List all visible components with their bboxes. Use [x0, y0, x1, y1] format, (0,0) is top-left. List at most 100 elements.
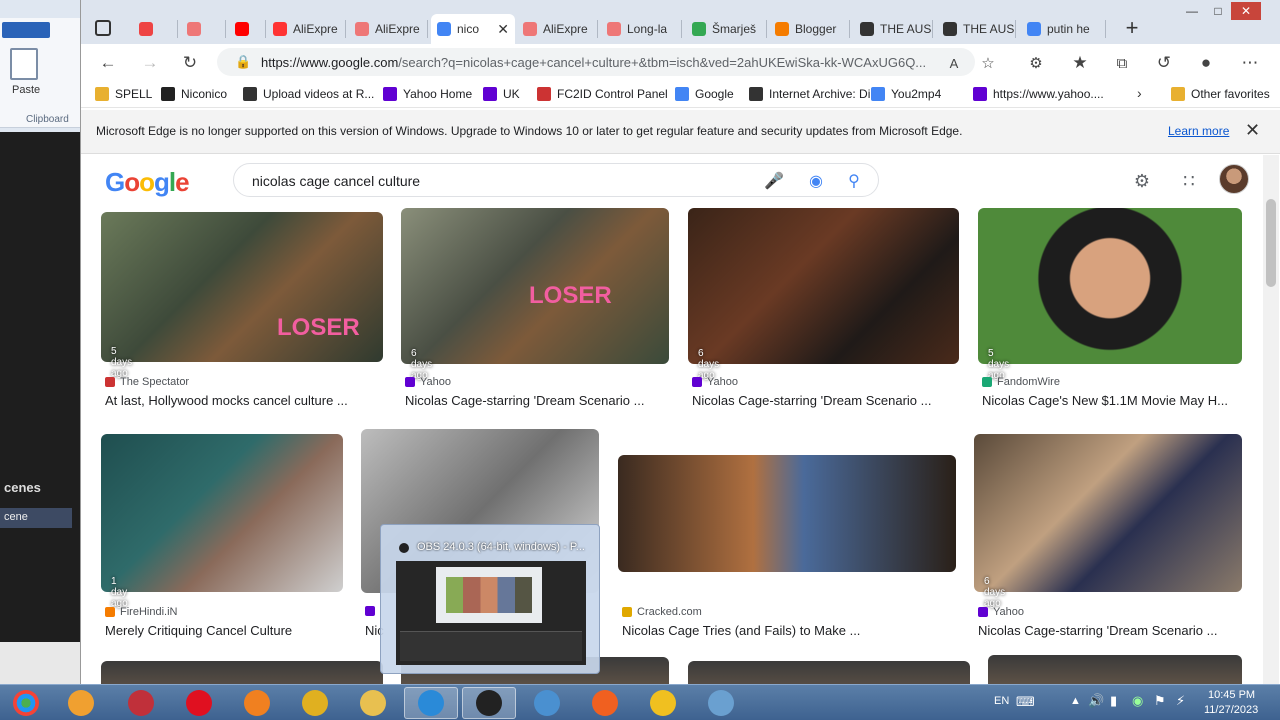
- add-favorite-icon[interactable]: ☆: [977, 52, 999, 74]
- result-source[interactable]: The Spectator: [105, 376, 189, 388]
- result-source[interactable]: FireHindi.iN: [105, 606, 177, 618]
- taskbar-app-button[interactable]: [230, 687, 284, 719]
- result-source[interactable]: Yahoo: [692, 376, 738, 388]
- google-logo[interactable]: Google: [105, 167, 190, 198]
- settings-gear-icon[interactable]: ⚙: [1130, 169, 1154, 193]
- favorite-link[interactable]: Yahoo Home: [383, 85, 472, 103]
- taskbar-app-button[interactable]: [520, 687, 574, 719]
- taskbar-app-button[interactable]: [636, 687, 690, 719]
- refresh-icon[interactable]: ↻: [179, 52, 201, 74]
- favorite-link[interactable]: Niconico: [161, 85, 227, 103]
- favorite-link[interactable]: UK: [483, 85, 520, 103]
- page-scrollbar[interactable]: [1263, 155, 1279, 684]
- favorite-link[interactable]: You2mp4: [871, 85, 941, 103]
- browser-tab[interactable]: THE AUS: [854, 14, 932, 44]
- profile-icon[interactable]: ●: [1195, 52, 1217, 74]
- result-source[interactable]: Yahoo: [405, 376, 451, 388]
- power-icon[interactable]: ⚡: [1176, 693, 1185, 709]
- minimize-button[interactable]: —: [1179, 2, 1205, 20]
- wifi-icon[interactable]: ◉: [1132, 693, 1143, 709]
- tab-actions-icon[interactable]: [95, 20, 111, 36]
- read-aloud-icon[interactable]: A: [943, 52, 965, 74]
- favorite-link[interactable]: https://www.yahoo....: [973, 85, 1104, 103]
- lens-search-icon[interactable]: ◉: [806, 171, 826, 191]
- result-source[interactable]: FandomWire: [982, 376, 1060, 388]
- result-source[interactable]: [365, 606, 380, 616]
- result-title[interactable]: Merely Critiquing Cancel Culture: [105, 623, 357, 638]
- start-button[interactable]: [2, 687, 50, 719]
- obs-taskbar-preview[interactable]: OBS 24.0.3 (64-bit, windows) - P...: [380, 524, 600, 674]
- flag-icon[interactable]: ⚑: [1154, 693, 1166, 709]
- browser-tab[interactable]: Šmarješ: [686, 14, 766, 44]
- result-thumbnail[interactable]: [101, 434, 343, 592]
- taskbar-app-button[interactable]: [694, 687, 748, 719]
- clock-date[interactable]: 11/27/2023: [1204, 704, 1258, 716]
- favorite-link[interactable]: Internet Archive: Di...: [749, 85, 880, 103]
- file-menu-button[interactable]: [2, 22, 50, 38]
- scrollbar-thumb[interactable]: [1266, 199, 1276, 287]
- new-tab-button[interactable]: +: [1117, 14, 1147, 44]
- other-favorites-folder[interactable]: Other favorites: [1171, 85, 1270, 103]
- lock-icon[interactable]: 🔒: [235, 54, 251, 70]
- account-avatar[interactable]: [1219, 164, 1249, 194]
- forward-arrow-icon[interactable]: →: [139, 52, 161, 74]
- keyboard-icon[interactable]: ⌨: [1016, 694, 1035, 710]
- favorite-link[interactable]: SPELL: [95, 85, 152, 103]
- show-hidden-icons-icon[interactable]: ▲: [1070, 695, 1081, 707]
- taskbar-app-button[interactable]: [172, 687, 226, 719]
- result-thumbnail[interactable]: [688, 208, 959, 364]
- browser-tab[interactable]: [229, 14, 265, 44]
- preview-thumbnail[interactable]: [396, 561, 586, 665]
- search-box[interactable]: nicolas cage cancel culture 🎤 ◉ ⚲: [233, 163, 879, 197]
- result-title[interactable]: Nicolas Cage's New $1.1M Movie May H...: [982, 393, 1256, 408]
- infobar-close-icon[interactable]: ✕: [1245, 120, 1260, 141]
- taskbar-app-button[interactable]: [578, 687, 632, 719]
- browser-tab[interactable]: THE AUS: [937, 14, 1015, 44]
- favorite-link[interactable]: Upload videos at R...: [243, 85, 374, 103]
- result-source[interactable]: Cracked.com: [622, 606, 702, 618]
- close-window-button[interactable]: ✕: [1231, 2, 1261, 20]
- taskbar-app-button[interactable]: [288, 687, 342, 719]
- volume-icon[interactable]: 🔊: [1088, 693, 1104, 709]
- browser-tab[interactable]: AliExpre: [267, 14, 345, 44]
- taskbar-app-button[interactable]: [114, 687, 168, 719]
- history-icon[interactable]: ↺: [1153, 52, 1175, 74]
- result-title[interactable]: At last, Hollywood mocks cancel culture …: [105, 393, 397, 408]
- browser-tab[interactable]: [133, 14, 177, 44]
- browser-tab[interactable]: Blogger: [769, 14, 849, 44]
- maximize-button[interactable]: □: [1205, 2, 1231, 20]
- extensions-icon[interactable]: ⚙: [1025, 52, 1047, 74]
- paste-icon[interactable]: [10, 48, 38, 80]
- scene-list-item[interactable]: cene: [0, 508, 72, 528]
- result-thumbnail-partial[interactable]: [101, 661, 383, 684]
- result-title[interactable]: Nicolas Cage-starring 'Dream Scenario ..…: [405, 393, 683, 408]
- language-indicator[interactable]: EN: [994, 695, 1009, 707]
- taskbar-app-button[interactable]: [404, 687, 458, 719]
- tab-close-icon[interactable]: ✕: [497, 21, 509, 38]
- browser-tab[interactable]: putin he: [1021, 14, 1105, 44]
- result-title[interactable]: Nicolas Cage-starring 'Dream Scenario ..…: [978, 623, 1256, 638]
- result-source[interactable]: Yahoo: [978, 606, 1024, 618]
- collections-icon[interactable]: ⧉: [1111, 52, 1133, 74]
- result-thumbnail[interactable]: [618, 455, 956, 572]
- back-arrow-icon[interactable]: ←: [97, 52, 119, 74]
- result-thumbnail-partial[interactable]: [988, 655, 1242, 684]
- learn-more-link[interactable]: Learn more: [1168, 124, 1229, 138]
- favorites-icon[interactable]: ★: [1069, 52, 1091, 74]
- network-bars-icon[interactable]: ▮: [1110, 693, 1117, 709]
- browser-tab[interactable]: [181, 14, 225, 44]
- taskbar-app-button[interactable]: [346, 687, 400, 719]
- search-icon[interactable]: ⚲: [844, 171, 864, 191]
- voice-search-icon[interactable]: 🎤: [764, 171, 784, 191]
- search-query[interactable]: nicolas cage cancel culture: [252, 173, 420, 189]
- apps-grid-icon[interactable]: ∷: [1177, 169, 1201, 193]
- taskbar-app-button[interactable]: [54, 687, 108, 719]
- result-thumbnail[interactable]: [978, 208, 1242, 364]
- more-menu-icon[interactable]: ⋯: [1239, 52, 1261, 74]
- browser-tab[interactable]: AliExpre: [517, 14, 597, 44]
- favorite-link[interactable]: FC2ID Control Panel: [537, 85, 668, 103]
- result-title[interactable]: Nicolas Cage Tries (and Fails) to Make .…: [622, 623, 970, 638]
- clock-time[interactable]: 10:45 PM: [1208, 689, 1255, 701]
- result-thumbnail-partial[interactable]: [688, 661, 970, 684]
- result-title[interactable]: Nicolas Cage-starring 'Dream Scenario ..…: [692, 393, 973, 408]
